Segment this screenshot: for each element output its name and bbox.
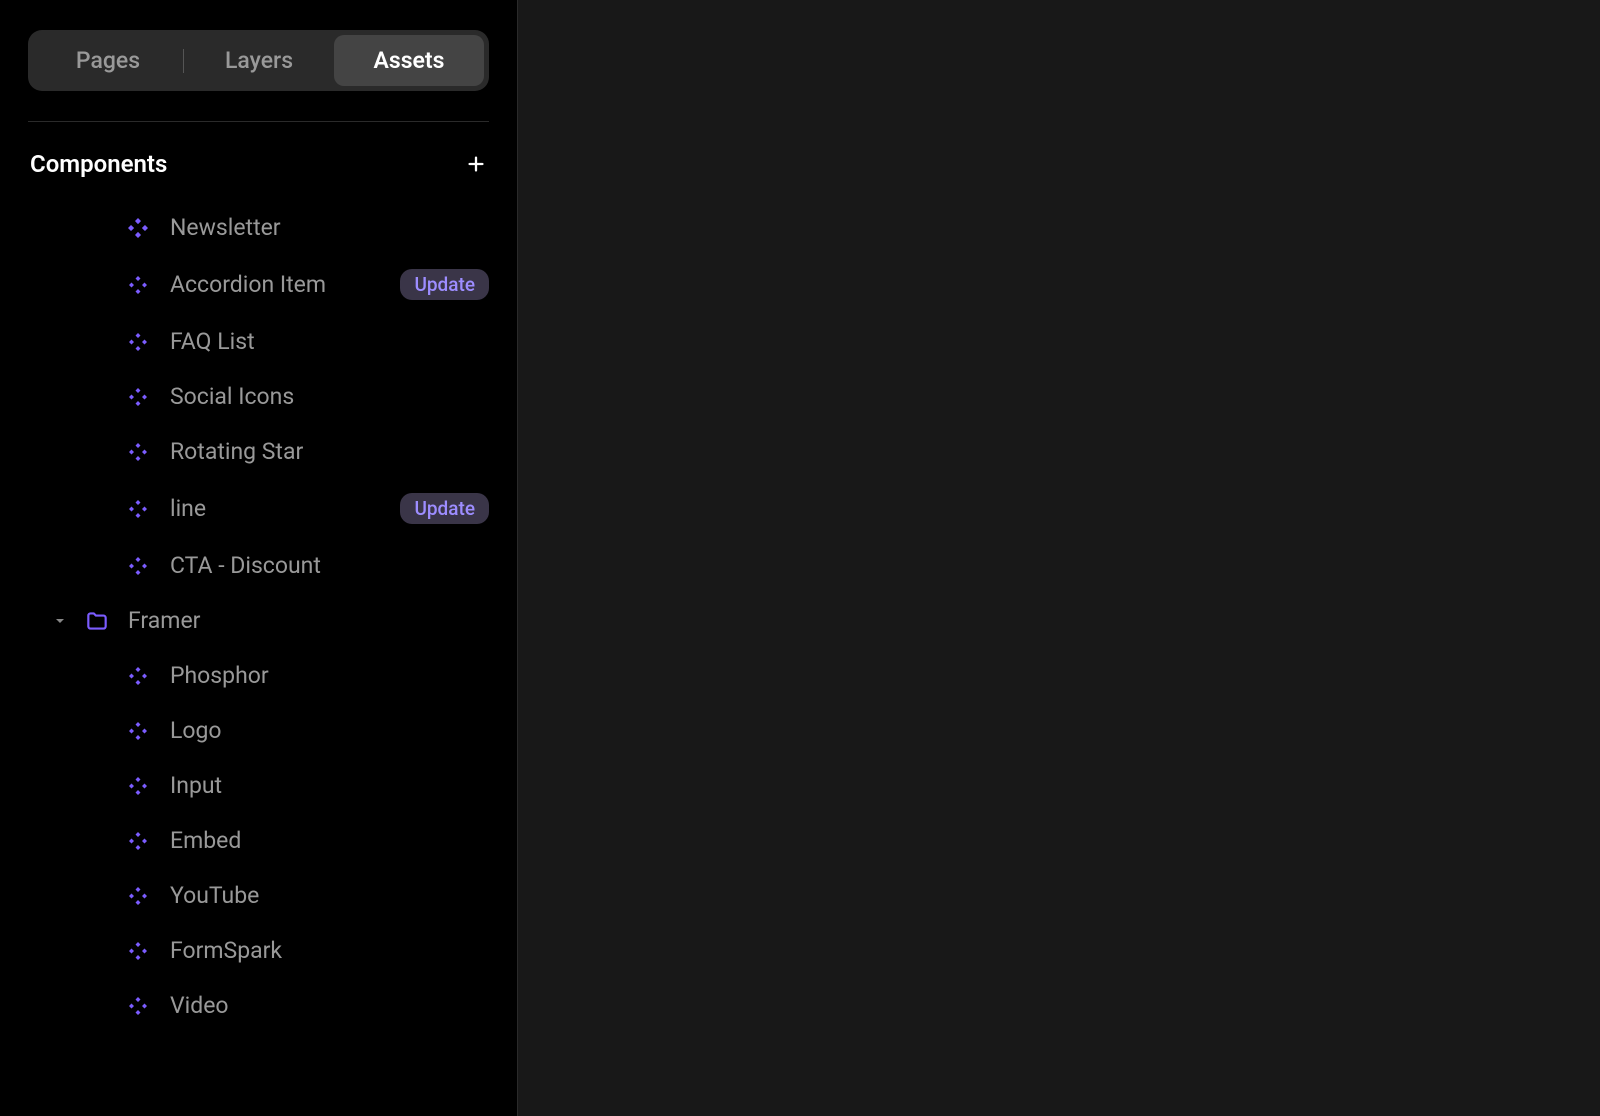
component-item[interactable]: Video	[28, 978, 489, 1033]
component-item[interactable]: CTA - Discount	[28, 538, 489, 593]
component-label: Social Icons	[170, 383, 489, 410]
component-list: Newsletter Accordion Item Update FAQ Lis…	[28, 200, 489, 1033]
component-item[interactable]: Embed	[28, 813, 489, 868]
add-component-button[interactable]	[465, 153, 487, 175]
component-item[interactable]: Phosphor	[28, 648, 489, 703]
component-label: line	[170, 495, 380, 522]
component-item[interactable]: Rotating Star	[28, 424, 489, 479]
update-badge[interactable]: Update	[400, 493, 489, 524]
component-item[interactable]: FAQ List	[28, 314, 489, 369]
section-header: Components	[28, 150, 489, 178]
component-icon	[126, 273, 150, 297]
component-label: Accordion Item	[170, 271, 380, 298]
component-icon	[126, 664, 150, 688]
component-item[interactable]: Social Icons	[28, 369, 489, 424]
component-icon	[126, 330, 150, 354]
component-item[interactable]: Newsletter	[28, 200, 489, 255]
component-item[interactable]: FormSpark	[28, 923, 489, 978]
component-label: Newsletter	[170, 214, 489, 241]
component-icon	[126, 385, 150, 409]
component-icon	[126, 440, 150, 464]
component-icon	[126, 216, 150, 240]
folder-item[interactable]: Framer	[28, 593, 489, 648]
component-icon	[126, 829, 150, 853]
component-label: Embed	[170, 827, 489, 854]
component-icon	[126, 939, 150, 963]
tab-assets[interactable]: Assets	[334, 35, 484, 86]
component-icon	[126, 719, 150, 743]
component-label: FormSpark	[170, 937, 489, 964]
component-icon	[126, 884, 150, 908]
component-label: Logo	[170, 717, 489, 744]
component-item[interactable]: Logo	[28, 703, 489, 758]
folder-label: Framer	[128, 607, 489, 634]
component-label: CTA - Discount	[170, 552, 489, 579]
component-label: Phosphor	[170, 662, 489, 689]
component-item[interactable]: Input	[28, 758, 489, 813]
component-item[interactable]: Accordion Item Update	[28, 255, 489, 314]
component-icon	[126, 994, 150, 1018]
sidebar: Pages Layers Assets Components Newslette…	[0, 0, 518, 1116]
component-label: YouTube	[170, 882, 489, 909]
component-item[interactable]: YouTube	[28, 868, 489, 923]
section-divider	[28, 121, 489, 122]
components-title: Components	[30, 150, 167, 178]
component-label: Video	[170, 992, 489, 1019]
canvas-area[interactable]	[518, 0, 1600, 1116]
component-label: FAQ List	[170, 328, 489, 355]
component-icon	[126, 554, 150, 578]
update-badge[interactable]: Update	[400, 269, 489, 300]
component-item[interactable]: line Update	[28, 479, 489, 538]
component-icon	[126, 774, 150, 798]
component-label: Input	[170, 772, 489, 799]
component-label: Rotating Star	[170, 438, 489, 465]
chevron-down-icon	[54, 615, 66, 627]
tab-pages[interactable]: Pages	[33, 35, 183, 86]
folder-icon	[84, 608, 110, 634]
tabs-container: Pages Layers Assets	[28, 30, 489, 91]
component-icon	[126, 497, 150, 521]
tab-layers[interactable]: Layers	[184, 35, 334, 86]
